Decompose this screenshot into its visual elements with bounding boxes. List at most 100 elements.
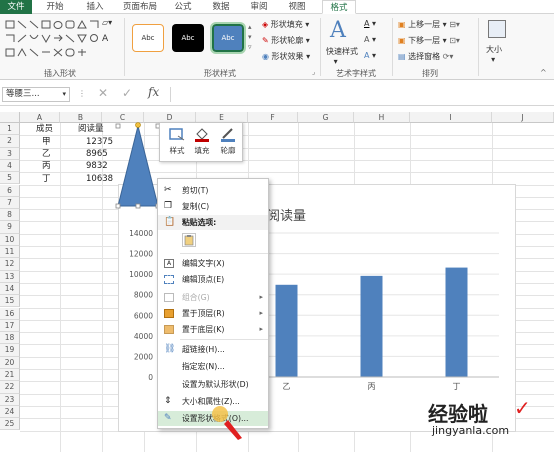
row-header-18[interactable]: 18: [0, 332, 20, 345]
cancel-icon[interactable]: ✕: [98, 86, 108, 100]
quick-styles-icon[interactable]: A: [330, 18, 346, 43]
row-header-4[interactable]: 4: [0, 159, 20, 173]
menu-item-edit-text[interactable]: A 编辑文字(X): [158, 256, 268, 271]
row-header-10[interactable]: 10: [0, 233, 20, 246]
row-header-25[interactable]: 25: [0, 418, 20, 431]
dialog-launcher-icon[interactable]: ⌟: [312, 68, 315, 76]
gallery-scroll[interactable]: ▴ ▾ ▿: [248, 22, 252, 52]
column-header-h[interactable]: H: [354, 112, 410, 123]
cell-b5[interactable]: 10638: [86, 173, 113, 185]
column-header-a[interactable]: A: [20, 112, 60, 123]
row-header-21[interactable]: 21: [0, 369, 20, 382]
selection-pane-button[interactable]: ▤ 选择窗格 ⟳▾: [398, 51, 453, 62]
row-header-17[interactable]: 17: [0, 319, 20, 333]
text-effects-icon[interactable]: A ▾: [364, 51, 376, 60]
menu-item-bring-to-front[interactable]: 置于顶层(R) ▸: [158, 306, 268, 321]
row-header-13[interactable]: 13: [0, 270, 20, 283]
collapse-ribbon-icon[interactable]: ^: [540, 68, 547, 77]
row-header-24[interactable]: 24: [0, 405, 20, 419]
bar-乙[interactable]: [275, 284, 298, 377]
tab-view[interactable]: 视图: [282, 0, 312, 14]
menu-item-cut[interactable]: ✂ 剪切(T): [158, 183, 268, 198]
row-header-11[interactable]: 11: [0, 246, 20, 259]
mini-outline-button[interactable]: 轮廓: [217, 126, 239, 160]
cell-a3[interactable]: 乙: [42, 148, 51, 160]
tab-home[interactable]: 开始: [40, 0, 70, 14]
menu-item-hyperlink[interactable]: ⛓ 超链接(H)...: [158, 342, 268, 357]
tab-review[interactable]: 审阅: [244, 0, 274, 14]
style-thumb-white[interactable]: Abc: [132, 24, 164, 52]
style-thumb-black[interactable]: Abc: [172, 24, 204, 52]
size-button[interactable]: 大小 ▾: [486, 44, 502, 64]
cell-b2[interactable]: 12375: [86, 136, 113, 148]
fx-icon[interactable]: fx: [148, 85, 159, 99]
shape-edit-icon[interactable]: ▱▾: [102, 18, 112, 27]
cell-b4[interactable]: 9832: [86, 160, 108, 172]
row-header-8[interactable]: 8: [0, 209, 20, 222]
formula-input[interactable]: [170, 87, 552, 102]
select-all-corner[interactable]: [0, 112, 20, 123]
cell-a1[interactable]: 成员: [36, 123, 53, 135]
row-header-2[interactable]: 2: [0, 135, 20, 148]
menu-item-edit-points[interactable]: 编辑顶点(E): [158, 272, 268, 287]
row-header-5[interactable]: 5: [0, 172, 20, 185]
tab-file[interactable]: 文件: [0, 0, 32, 14]
style-thumb-blue-selected[interactable]: Abc: [210, 22, 246, 54]
shape-outline-button[interactable]: ✎ 形状轮廓 ▾: [262, 35, 310, 46]
row-header-19[interactable]: 19: [0, 344, 20, 357]
text-fill-icon[interactable]: A ▾: [364, 19, 376, 28]
row-header-3[interactable]: 3: [0, 147, 20, 160]
shape-effects-button[interactable]: ◉ 形状效果 ▾: [262, 51, 310, 62]
cell-b1[interactable]: 阅读量: [78, 123, 104, 135]
row-header-12[interactable]: 12: [0, 258, 20, 271]
menu-item-group[interactable]: 组合(G) ▸: [158, 290, 268, 305]
shapes-gallery[interactable]: [4, 18, 100, 64]
ribbon: ▱▾ A 插入形状 Abc Abc Abc ▴ ▾ ▿ ◈ 形状填充 ▾ ✎ 形状轮…: [0, 14, 554, 80]
row-header-22[interactable]: 22: [0, 381, 20, 394]
mini-fill-label: 填充: [194, 146, 210, 155]
row-header-7[interactable]: 7: [0, 196, 20, 210]
menu-separator: [180, 253, 268, 254]
cell-a2[interactable]: 甲: [42, 136, 51, 148]
menu-item-send-to-back[interactable]: 置于底层(K) ▸: [158, 322, 268, 337]
menu-item-copy[interactable]: ❐ 复制(C): [158, 199, 268, 214]
bring-forward-button[interactable]: ▣ 上移一层 ▾ ⊟▾: [398, 19, 460, 30]
mini-style-button[interactable]: 样式: [166, 126, 188, 160]
bar-丙[interactable]: [360, 275, 383, 377]
row-header-15[interactable]: 15: [0, 295, 20, 308]
quick-styles-button[interactable]: 快速样式 ▾: [326, 46, 358, 66]
menu-item-set-default-shape[interactable]: 设置为默认形状(D): [158, 377, 268, 392]
send-backward-button[interactable]: ▣ 下移一层 ▾ ⊡▾: [398, 35, 460, 46]
menu-item-assign-macro[interactable]: 指定宏(N)...: [158, 359, 268, 374]
text-box-icon[interactable]: A: [102, 34, 108, 44]
cell-b3[interactable]: 8965: [86, 148, 108, 160]
cell-a4[interactable]: 丙: [42, 160, 51, 172]
row-header-9[interactable]: 9: [0, 221, 20, 234]
bar-丁[interactable]: [445, 267, 468, 377]
tab-formulas[interactable]: 公式: [168, 0, 198, 14]
y-tick-label: 0: [148, 373, 153, 382]
tab-format[interactable]: 格式: [322, 0, 356, 14]
column-header-f[interactable]: F: [248, 112, 298, 123]
name-box[interactable]: 等腰三... ▾: [2, 87, 70, 102]
paste-option-icon[interactable]: [182, 233, 196, 247]
tab-insert[interactable]: 插入: [80, 0, 110, 14]
column-header-g[interactable]: G: [298, 112, 354, 123]
row-header-23[interactable]: 23: [0, 393, 20, 406]
row-header-16[interactable]: 16: [0, 307, 20, 320]
tab-page-layout[interactable]: 页面布局: [118, 0, 162, 14]
enter-icon[interactable]: ✓: [122, 86, 132, 100]
mini-fill-button[interactable]: 填充: [191, 126, 213, 160]
text-outline-icon[interactable]: A ▾: [364, 35, 376, 44]
row-header-6[interactable]: 6: [0, 184, 20, 197]
column-header-b[interactable]: B: [60, 112, 102, 123]
column-header-i[interactable]: I: [410, 112, 492, 123]
size-icon[interactable]: [488, 20, 506, 38]
column-header-j[interactable]: J: [492, 112, 554, 123]
row-header-1[interactable]: 1: [0, 123, 20, 136]
tab-data[interactable]: 数据: [206, 0, 236, 14]
cell-a5[interactable]: 丁: [42, 173, 51, 185]
row-header-14[interactable]: 14: [0, 282, 20, 296]
shape-fill-button[interactable]: ◈ 形状填充 ▾: [262, 19, 309, 30]
row-header-20[interactable]: 20: [0, 356, 20, 369]
